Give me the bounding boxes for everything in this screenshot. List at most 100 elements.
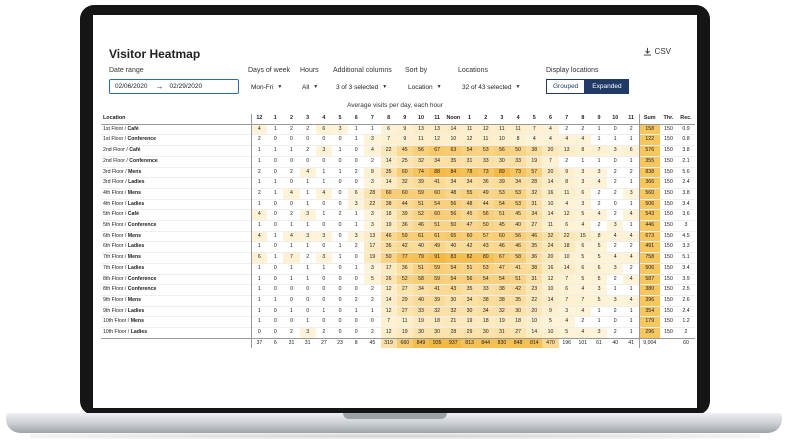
heat-cell: 2 — [607, 188, 624, 200]
column-header-location[interactable]: Location — [101, 114, 252, 125]
sum-cell: 366 — [639, 177, 660, 189]
rec-cell: 3.6 — [682, 211, 690, 218]
location-room: Mens — [127, 232, 142, 239]
days-of-week-dropdown[interactable]: Mon-Fri ▼ — [251, 80, 282, 94]
heat-cell: 0 — [283, 316, 300, 328]
heat-cell: 56 — [510, 231, 527, 242]
threshold-cell: 150 — [664, 222, 673, 229]
total-cell: 319 — [380, 337, 397, 349]
heat-cell: 51 — [412, 199, 430, 210]
heat-cell: 0 — [267, 316, 284, 328]
heat-cell: 2 — [283, 124, 300, 135]
location-cell: 5th Floor / Conference — [101, 220, 252, 232]
heat-cell: 3 — [299, 231, 316, 242]
date-range-input[interactable]: 02/06/2020 → 02/29/2020 — [109, 79, 239, 94]
sum-cell: 158 — [639, 124, 660, 135]
heat-cell: 3 — [574, 167, 591, 178]
heat-cell: 38 — [477, 295, 494, 307]
heat-cell: 0 — [331, 274, 349, 285]
heat-cell: 59 — [429, 263, 446, 275]
rec-cell: 2.6 — [682, 296, 690, 303]
heat-cell: 1 — [348, 124, 365, 135]
column-header: 9 — [396, 114, 413, 125]
location-floor: 4th Floor / — [103, 189, 128, 196]
location-room: Mens — [127, 254, 142, 261]
location-floor: 1st Floor / — [103, 125, 128, 132]
heat-cell: 1 — [315, 306, 332, 317]
location-floor: 3rd Floor / — [103, 179, 129, 186]
heat-cell: 1 — [623, 220, 641, 232]
grouped-button[interactable]: Grouped — [546, 79, 586, 94]
heat-cell: 13 — [558, 145, 575, 157]
expanded-button[interactable]: Expanded — [585, 79, 629, 94]
heat-cell: 2 — [251, 167, 268, 178]
heat-cell: 4 — [623, 295, 641, 307]
heat-cell: 9 — [542, 306, 559, 317]
threshold-cell: 150 — [664, 168, 673, 175]
days-of-week-label: Days of week — [248, 67, 291, 74]
location-floor: 10th Floor / — [103, 329, 131, 336]
heat-cell: 34 — [510, 177, 527, 189]
heat-cell: 1 — [623, 134, 641, 146]
heat-cell: 23 — [526, 284, 543, 296]
total-cell: 830 — [493, 337, 510, 349]
heat-cell: 43 — [477, 241, 494, 253]
heat-cell: 3 — [607, 145, 624, 157]
heat-cell: 38 — [493, 295, 510, 307]
heat-cell: 4 — [574, 220, 591, 232]
heat-cell: 60 — [396, 167, 413, 178]
additional-columns-dropdown[interactable]: 3 of 3 selected ▼ — [336, 80, 387, 94]
heat-cell: 28 — [445, 327, 462, 339]
heat-cell: 0 — [267, 284, 284, 296]
heat-cell: 42 — [396, 241, 413, 253]
csv-export-button[interactable]: CSV — [643, 47, 671, 56]
heat-cell: 9 — [396, 124, 413, 135]
heat-cell: 41 — [510, 263, 527, 275]
total-cell: 45 — [364, 337, 381, 349]
heat-cell: 3 — [364, 263, 381, 275]
heat-cell: 54 — [461, 145, 478, 157]
heat-cell: 50 — [445, 220, 462, 232]
heat-cell: 0 — [331, 220, 349, 232]
location-room: Ladies — [127, 307, 145, 314]
rec-cell: 2.5 — [682, 286, 690, 293]
heat-cell: 2 — [590, 188, 608, 200]
sort-by-dropdown[interactable]: Location ▼ — [408, 80, 442, 94]
heat-cell: 47 — [493, 263, 510, 275]
heat-cell: 39 — [493, 177, 510, 189]
location-cell: 1st Floor / Conference — [101, 134, 252, 146]
days-of-week-value: Mon-Fri — [251, 83, 274, 91]
locations-dropdown[interactable]: 32 of 43 selected ▼ — [462, 80, 520, 94]
heat-cell: 0 — [283, 284, 300, 296]
location-room: Mens — [128, 168, 142, 175]
location-cell: 7th Floor / Mens — [101, 252, 252, 264]
threshold-cell: 150 — [664, 329, 673, 336]
heat-cell: 0 — [331, 199, 349, 210]
heat-cell: 79 — [412, 252, 430, 264]
heat-cell: 2 — [623, 124, 641, 135]
hours-dropdown[interactable]: All ▼ — [302, 80, 318, 94]
heat-cell: 54 — [445, 274, 462, 285]
location-floor: 6th Floor / — [103, 243, 128, 250]
heat-cell: 80 — [477, 252, 494, 264]
location-cell: 4th Floor / Ladies — [101, 199, 252, 210]
heat-cell: 14 — [380, 295, 397, 307]
heat-cell: 12 — [477, 124, 494, 135]
heat-cell: 0 — [331, 316, 349, 328]
threshold-cell: 150 — [664, 264, 673, 271]
sum-cell: 587 — [639, 274, 660, 285]
heat-cell: 26 — [380, 274, 397, 285]
heat-cell: 21 — [445, 316, 462, 328]
heat-cell: 3 — [348, 199, 365, 210]
column-header: 5 — [331, 114, 349, 125]
heat-cell: 2 — [251, 134, 268, 146]
heat-cell: 11 — [477, 134, 494, 146]
heat-cell: 1 — [299, 220, 316, 232]
heat-cell: 0 — [348, 145, 365, 157]
heat-cell: 19 — [380, 220, 397, 232]
table-row: 8th Floor / Conference 1 0 1 1 0 0 0 5 26 52 58 59 54… — [101, 274, 695, 285]
date-start: 02/06/2020 — [115, 83, 148, 90]
heat-cell: 0 — [607, 316, 624, 328]
heat-cell: 31 — [493, 327, 510, 339]
heat-cell: 2 — [558, 124, 575, 135]
